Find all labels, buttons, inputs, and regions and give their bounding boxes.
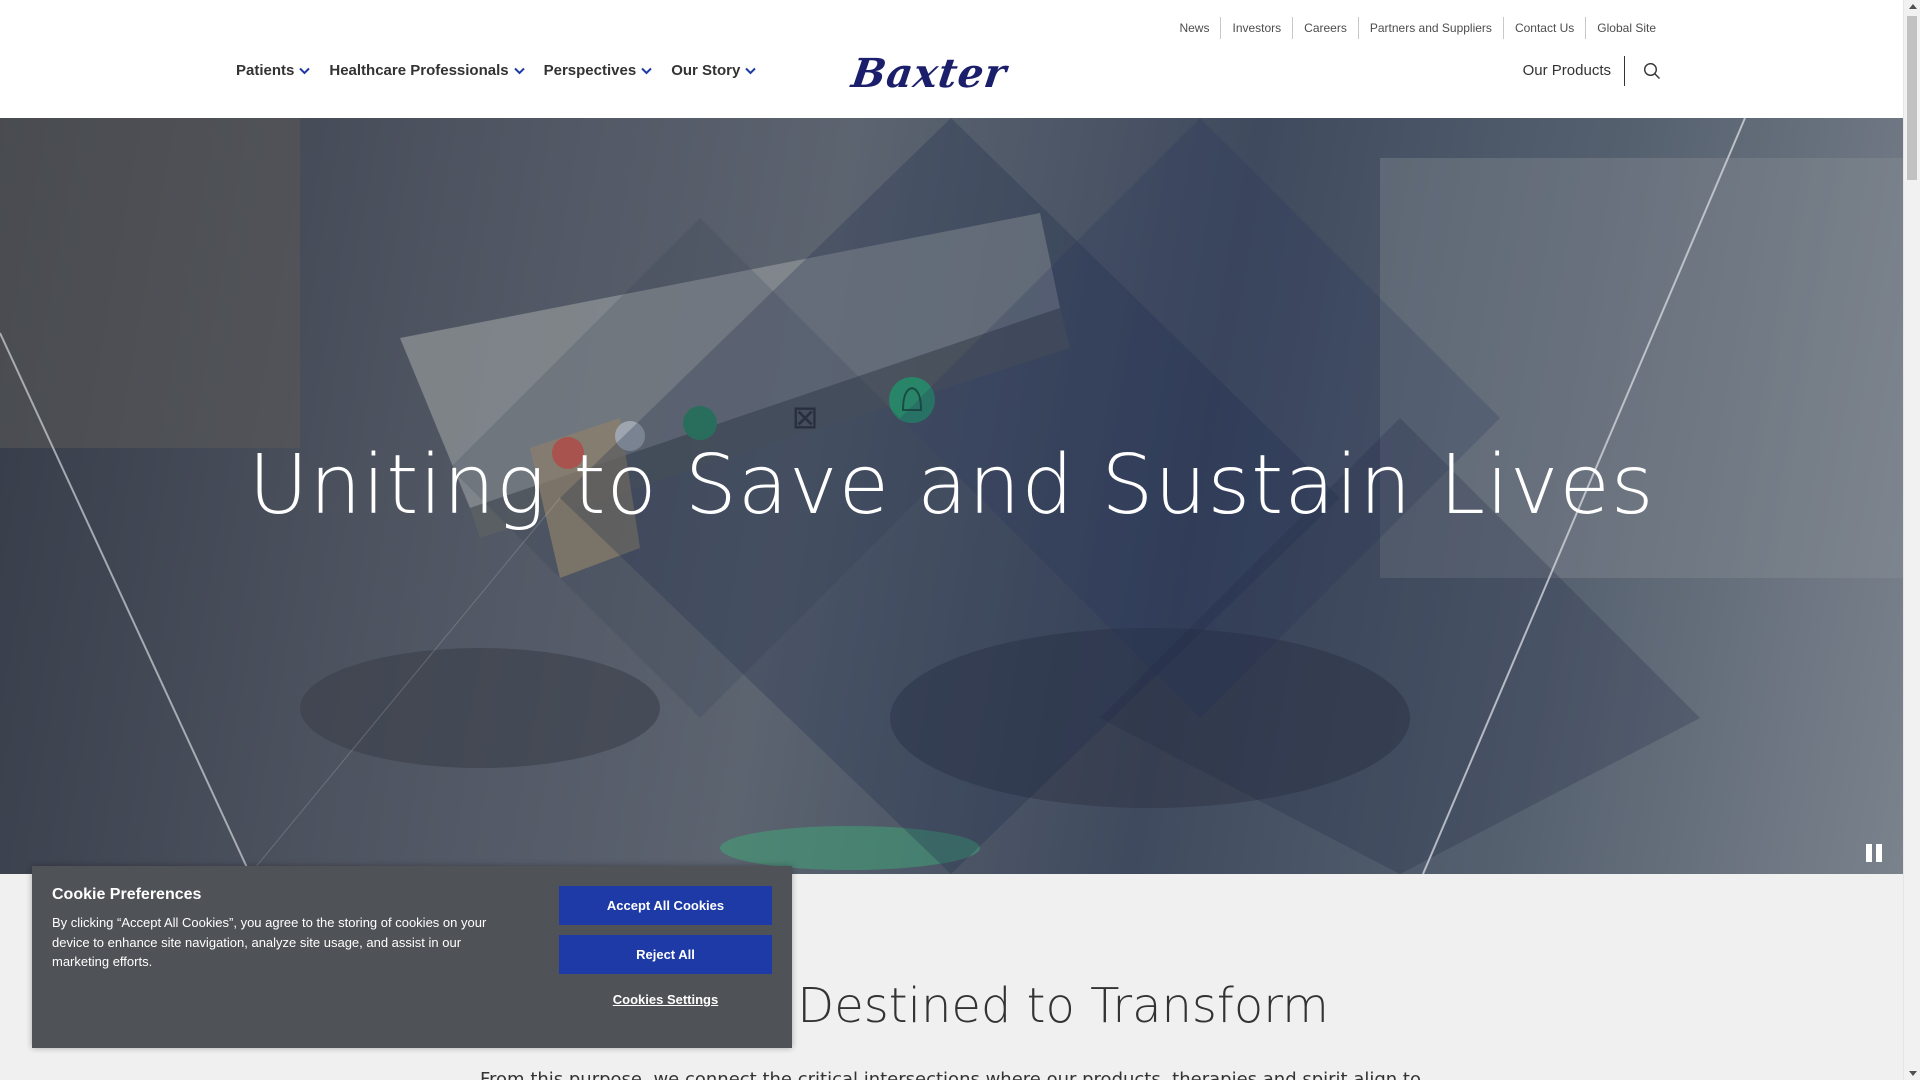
chevron-down-icon xyxy=(513,67,525,75)
cookie-banner: Cookie Preferences By clicking “Accept A… xyxy=(32,866,792,1048)
utility-link-investors[interactable]: Investors xyxy=(1220,17,1292,39)
nav-item-perspectives[interactable]: Perspectives xyxy=(544,62,653,79)
nav-item-patients[interactable]: Patients xyxy=(236,62,311,79)
scroll-thumb[interactable] xyxy=(1907,16,1917,180)
nav-item-our-story[interactable]: Our Story xyxy=(671,62,757,79)
nav-item-label: Healthcare Professionals xyxy=(329,62,509,79)
scroll-down-arrow-icon[interactable] xyxy=(1909,1071,1917,1076)
utility-link-news[interactable]: News xyxy=(1168,17,1220,39)
baxter-logo[interactable]: Baxter xyxy=(849,50,1010,97)
utility-link-careers[interactable]: Careers xyxy=(1292,17,1358,39)
utility-link-global-site[interactable]: Global Site xyxy=(1585,17,1667,39)
hero-banner: ⊠ Uniting to Save and Sustain Lives xyxy=(0,118,1903,874)
our-products-link[interactable]: Our Products xyxy=(1523,56,1625,86)
search-button[interactable] xyxy=(1641,60,1663,82)
pause-button[interactable] xyxy=(1863,842,1885,864)
section-body: From this purpose, we connect the critic… xyxy=(480,1069,1420,1080)
chevron-down-icon xyxy=(299,67,311,75)
cookies-settings-link[interactable]: Cookies Settings xyxy=(559,992,772,1007)
cookie-title: Cookie Preferences xyxy=(52,886,202,903)
site-header: News Investors Careers Partners and Supp… xyxy=(0,0,1903,118)
nav-item-label: Patients xyxy=(236,62,295,79)
search-icon xyxy=(1643,62,1660,79)
nav-item-healthcare-professionals[interactable]: Healthcare Professionals xyxy=(329,62,525,79)
cookie-text: By clicking “Accept All Cookies”, you ag… xyxy=(52,915,487,969)
hero-title: Uniting to Save and Sustain Lives xyxy=(248,438,1655,533)
scroll-up-arrow-icon[interactable] xyxy=(1909,4,1917,9)
nav-item-label: Perspectives xyxy=(543,62,637,79)
header-right-nav: Our Products xyxy=(1523,56,1663,86)
accept-all-cookies-button[interactable]: Accept All Cookies xyxy=(559,886,772,925)
main-nav: Patients Healthcare Professionals Perspe… xyxy=(236,62,775,79)
utility-link-partners[interactable]: Partners and Suppliers xyxy=(1357,17,1503,39)
chevron-down-icon xyxy=(745,67,757,75)
reject-all-button[interactable]: Reject All xyxy=(559,935,772,974)
utility-link-contact[interactable]: Contact Us xyxy=(1502,17,1585,39)
chevron-down-icon xyxy=(641,67,652,75)
nav-item-label: Our Story xyxy=(671,62,741,79)
pause-icon xyxy=(1866,844,1872,862)
pause-icon xyxy=(1876,844,1882,862)
page-scrollbar[interactable] xyxy=(1903,0,1920,1080)
utility-nav: News Investors Careers Partners and Supp… xyxy=(1168,17,1667,39)
